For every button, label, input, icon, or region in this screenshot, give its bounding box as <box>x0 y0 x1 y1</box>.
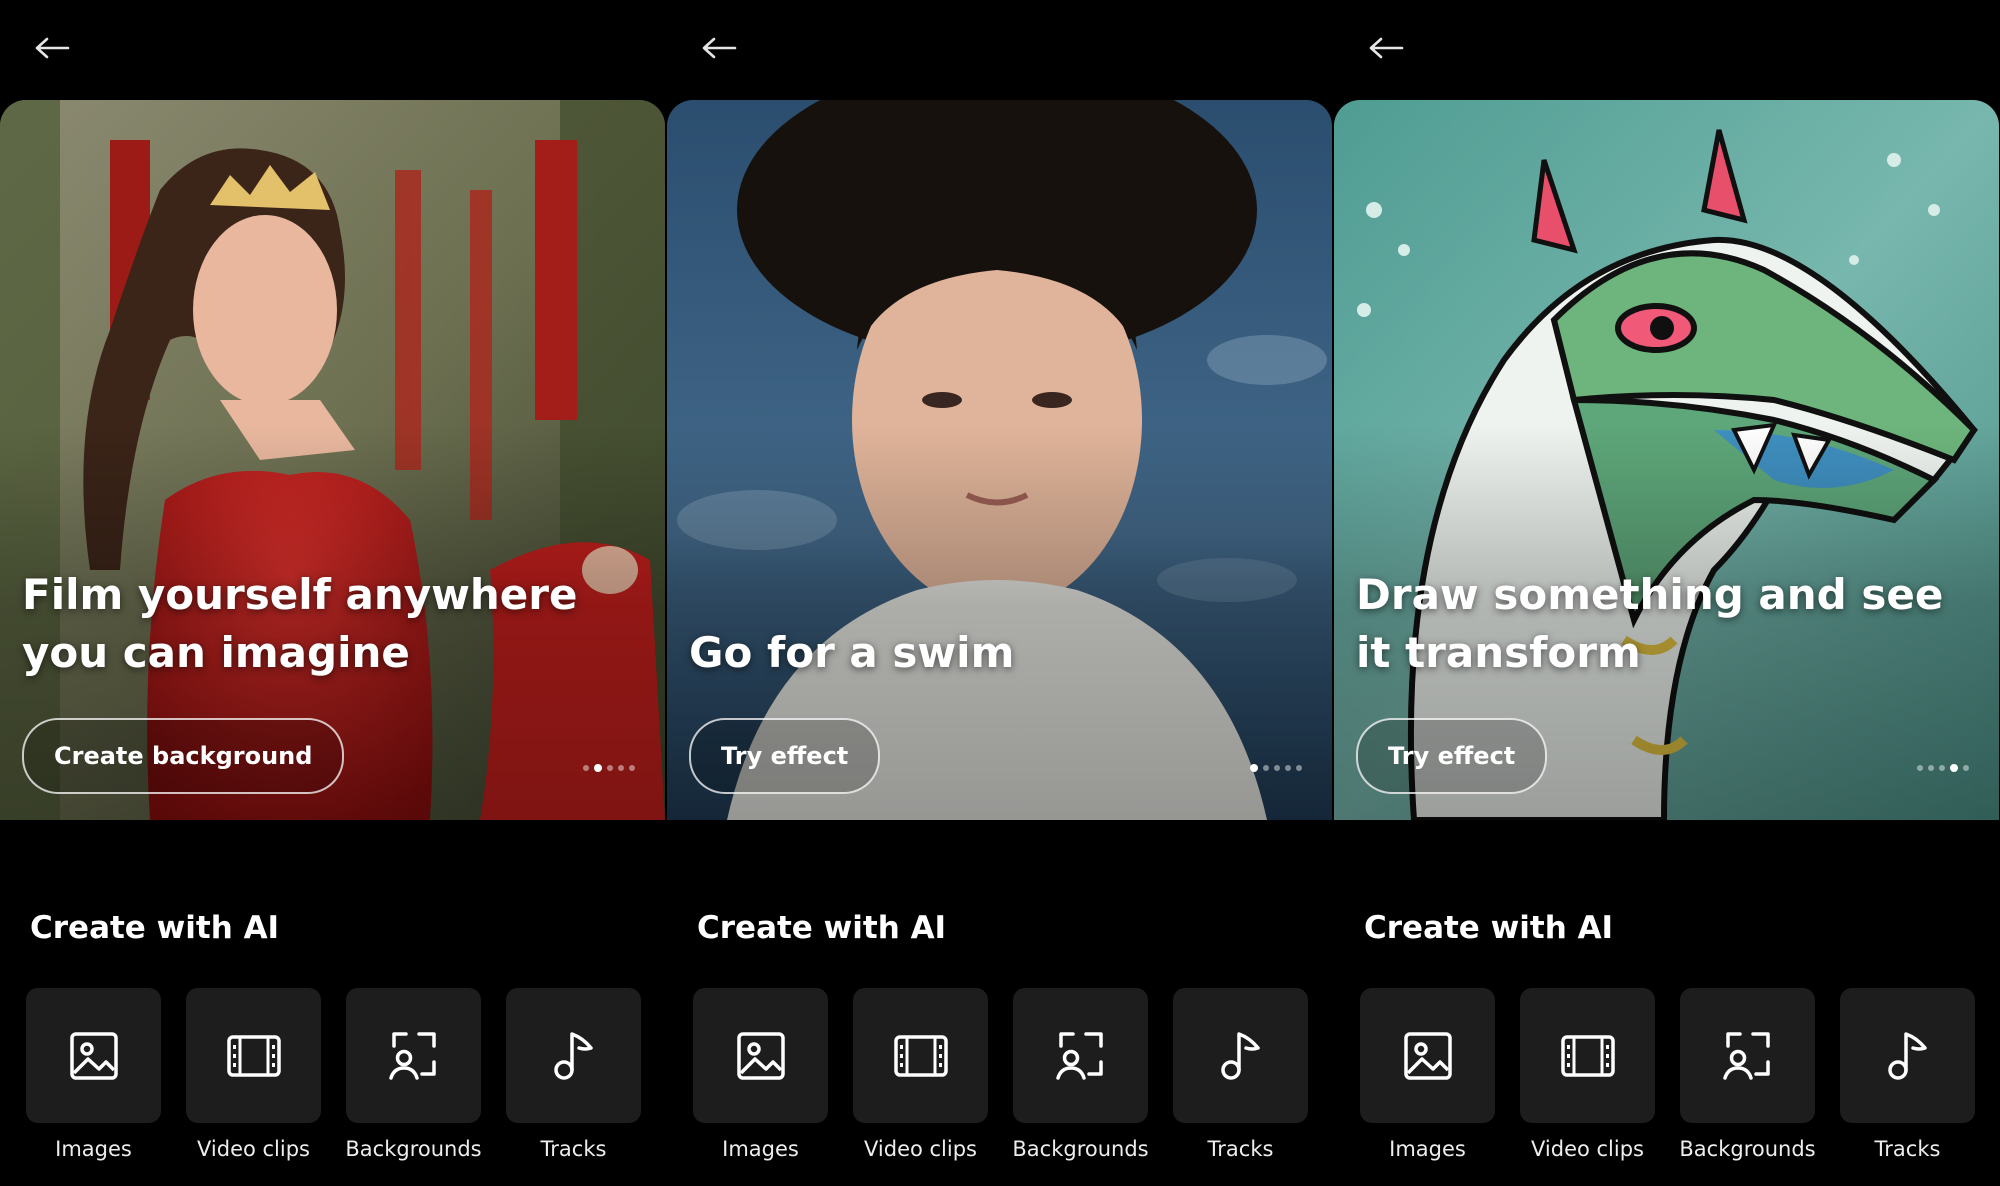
tile-images[interactable]: Images <box>693 988 828 1161</box>
screen: Film yourself anywhere you can imagine C… <box>0 0 2000 1186</box>
tile-label: Backgrounds <box>1679 1137 1816 1161</box>
screen-panel-2: Go for a swim Try effect Create with AI <box>667 0 1334 1186</box>
carousel-dot-active <box>1950 764 1958 772</box>
person-frame-icon <box>1055 1031 1103 1080</box>
try-effect-button[interactable]: Try effect <box>689 718 881 794</box>
tile-label: Backgrounds <box>1012 1137 1149 1161</box>
tile-label: Images <box>55 1137 132 1161</box>
tile-tracks[interactable]: Tracks <box>1173 988 1308 1161</box>
arrow-left-icon <box>35 37 70 59</box>
tile-label: Tracks <box>540 1137 607 1161</box>
tile-video-clips[interactable]: Video clips <box>1520 988 1655 1161</box>
section-title: Create with AI <box>30 910 280 946</box>
person-frame-icon <box>388 1031 436 1080</box>
screen-panel-1: Film yourself anywhere you can imagine C… <box>0 0 667 1186</box>
carousel-dots <box>1250 764 1302 772</box>
arrow-left-icon <box>1369 37 1404 59</box>
carousel-dot-active <box>594 764 602 772</box>
card-title: Go for a swim <box>689 628 1015 677</box>
carousel-dot <box>1285 765 1291 771</box>
create-tiles: Images Video clips Backgrounds Tracks <box>1360 988 1975 1161</box>
feature-card[interactable]: Draw something and see it transform Try … <box>1334 100 1999 820</box>
image-icon <box>1403 1031 1452 1080</box>
carousel-dot <box>583 765 589 771</box>
carousel-dots <box>1917 764 1969 772</box>
section-title: Create with AI <box>697 910 947 946</box>
feature-card[interactable]: Film yourself anywhere you can imagine C… <box>0 100 665 820</box>
carousel-dot <box>1274 765 1280 771</box>
music-note-icon <box>553 1031 593 1080</box>
carousel-dots <box>583 764 635 772</box>
tile-video-clips[interactable]: Video clips <box>186 988 321 1161</box>
image-icon <box>69 1031 118 1080</box>
back-button[interactable] <box>28 28 76 68</box>
tile-label: Tracks <box>1207 1137 1274 1161</box>
tile-label: Video clips <box>1531 1137 1644 1161</box>
film-icon <box>226 1034 281 1077</box>
create-tiles: Images Video clips Backgrounds Tracks <box>693 988 1308 1161</box>
carousel-dot <box>618 765 624 771</box>
carousel-dot-active <box>1250 764 1258 772</box>
carousel-dot <box>607 765 613 771</box>
tile-label: Tracks <box>1874 1137 1941 1161</box>
tile-label: Video clips <box>864 1137 977 1161</box>
back-button[interactable] <box>695 28 743 68</box>
tile-tracks[interactable]: Tracks <box>506 988 641 1161</box>
film-icon <box>1560 1034 1615 1077</box>
person-frame-icon <box>1722 1031 1770 1080</box>
try-effect-button[interactable]: Try effect <box>1356 718 1548 794</box>
card-title: Film yourself anywhere you can imagine <box>22 570 578 677</box>
carousel-dot <box>1296 765 1302 771</box>
card-title: Draw something and see it transform <box>1356 570 1944 677</box>
section-title: Create with AI <box>1364 910 1614 946</box>
tile-images[interactable]: Images <box>26 988 161 1161</box>
carousel-dot <box>1963 765 1969 771</box>
screen-panel-3: Draw something and see it transform Try … <box>1334 0 2000 1186</box>
tile-images[interactable]: Images <box>1360 988 1495 1161</box>
feature-card[interactable]: Go for a swim Try effect <box>667 100 1332 820</box>
music-note-icon <box>1887 1031 1927 1080</box>
tile-label: Backgrounds <box>345 1137 482 1161</box>
tile-backgrounds[interactable]: Backgrounds <box>345 988 482 1161</box>
tile-label: Video clips <box>197 1137 310 1161</box>
carousel-dot <box>1263 765 1269 771</box>
carousel-dot <box>1917 765 1923 771</box>
create-tiles: Images Video clips Backgrounds Tracks <box>26 988 641 1161</box>
film-icon <box>893 1034 948 1077</box>
tile-video-clips[interactable]: Video clips <box>853 988 988 1161</box>
tile-backgrounds[interactable]: Backgrounds <box>1012 988 1149 1161</box>
image-icon <box>736 1031 785 1080</box>
tile-backgrounds[interactable]: Backgrounds <box>1679 988 1816 1161</box>
carousel-dot <box>1939 765 1945 771</box>
arrow-left-icon <box>702 37 737 59</box>
create-background-button[interactable]: Create background <box>22 718 345 794</box>
tile-tracks[interactable]: Tracks <box>1840 988 1975 1161</box>
back-button[interactable] <box>1362 28 1410 68</box>
carousel-dot <box>629 765 635 771</box>
carousel-dot <box>1928 765 1934 771</box>
tile-label: Images <box>1389 1137 1466 1161</box>
tile-label: Images <box>722 1137 799 1161</box>
music-note-icon <box>1220 1031 1260 1080</box>
